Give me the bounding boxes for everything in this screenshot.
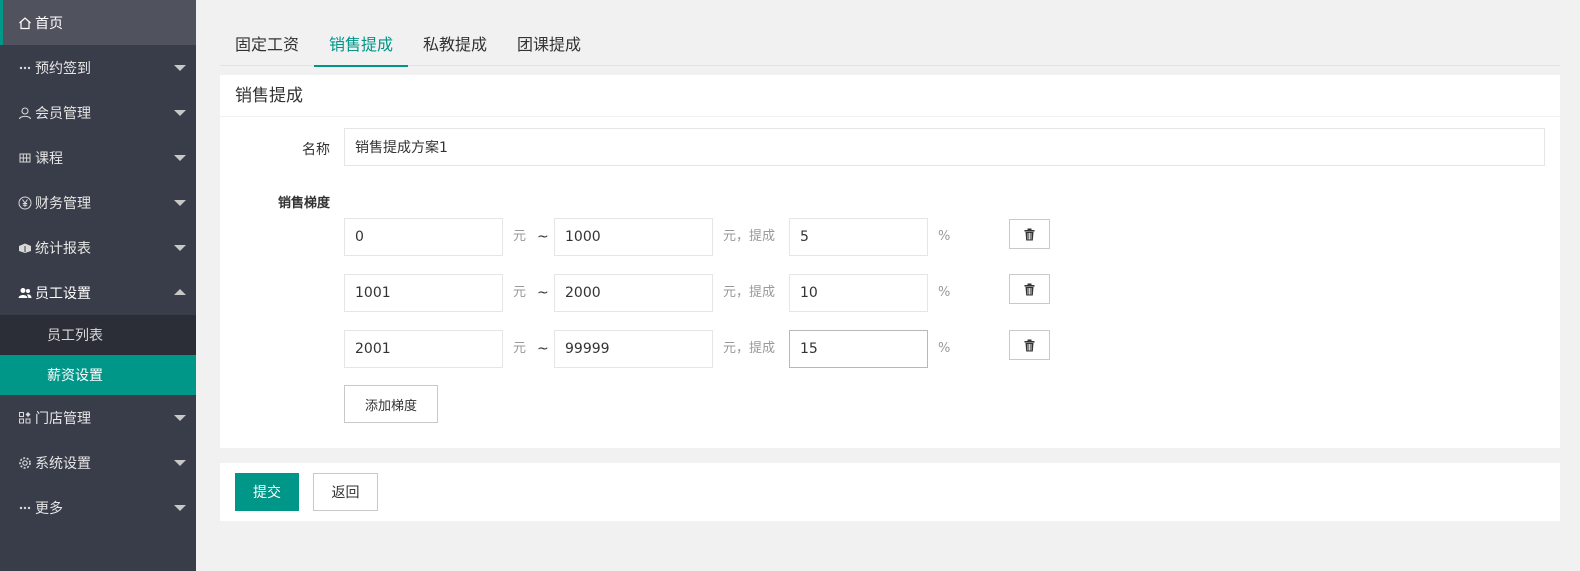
caret-up-icon: [174, 289, 186, 295]
range-tilde: ~: [537, 341, 549, 357]
sidebar-subitem-salary-settings[interactable]: 薪资设置: [0, 355, 196, 395]
main-content: 固定工资 销售提成 私教提成 团课提成 销售提成 名称 销售梯度 元 ~ 元，提…: [196, 0, 1580, 571]
caret-down-icon: [174, 65, 186, 71]
delete-tier-button[interactable]: [1009, 330, 1050, 360]
name-input[interactable]: [344, 128, 1545, 166]
sidebar-subitem-label: 员工列表: [47, 328, 103, 344]
add-tier-button[interactable]: 添加梯度: [344, 385, 438, 423]
range-tilde: ~: [537, 229, 549, 245]
caret-down-icon: [174, 505, 186, 511]
users-icon: [17, 285, 33, 301]
tier-rate-input[interactable]: [789, 330, 928, 368]
submit-button[interactable]: 提交: [235, 473, 299, 511]
yen-icon: [17, 195, 33, 211]
unit-yuan: 元: [513, 341, 527, 356]
gear-icon: [17, 455, 33, 471]
sidebar-item-label: 首页: [35, 15, 63, 32]
form-title: 销售提成: [220, 75, 1560, 117]
chart-icon: [17, 240, 33, 256]
sidebar-item-label: 门店管理: [35, 410, 91, 427]
unit-percent: %: [938, 285, 951, 300]
trash-icon: [1024, 228, 1035, 240]
sidebar-item-home[interactable]: 首页: [0, 0, 196, 45]
form-card: 销售提成 名称 销售梯度 元 ~ 元，提成 % 元 ~ 元，提成 % 元 ~ 元…: [220, 75, 1560, 448]
tier-from-input[interactable]: [344, 218, 503, 256]
delete-tier-button[interactable]: [1009, 219, 1050, 249]
sidebar-item-label: 更多: [35, 500, 63, 517]
unit-yuan-commission: 元，提成: [723, 341, 776, 356]
caret-down-icon: [174, 200, 186, 206]
tab-group-class-commission[interactable]: 团课提成: [502, 24, 596, 66]
tab-sales-commission[interactable]: 销售提成: [314, 24, 409, 67]
sidebar-item-booking[interactable]: 预约签到: [0, 45, 196, 90]
sidebar-item-courses[interactable]: 课程: [0, 135, 196, 180]
tab-bar: 固定工资 销售提成 私教提成 团课提成: [220, 24, 1560, 67]
delete-tier-button[interactable]: [1009, 274, 1050, 304]
tier-rate-input[interactable]: [789, 274, 928, 312]
unit-percent: %: [938, 341, 951, 356]
tab-private-coaching-commission[interactable]: 私教提成: [408, 24, 502, 66]
user-icon: [17, 105, 33, 121]
sidebar-item-stores[interactable]: 门店管理: [0, 395, 196, 440]
tier-from-input[interactable]: [344, 330, 503, 368]
name-label: 名称: [302, 142, 330, 158]
store-icon: [17, 410, 33, 426]
caret-down-icon: [174, 110, 186, 116]
home-icon: [17, 15, 33, 31]
unit-percent: %: [938, 229, 951, 244]
caret-down-icon: [174, 155, 186, 161]
sidebar-item-members[interactable]: 会员管理: [0, 90, 196, 135]
sidebar-subitem-label: 薪资设置: [47, 368, 103, 384]
tier-to-input[interactable]: [554, 218, 713, 256]
trash-icon: [1024, 339, 1035, 351]
unit-yuan: 元: [513, 229, 527, 244]
caret-down-icon: [174, 415, 186, 421]
grid-icon: [17, 150, 33, 166]
action-bar: 提交 返回: [220, 463, 1560, 521]
sidebar-item-label: 预约签到: [35, 60, 91, 77]
tier-label: 销售梯度: [277, 196, 330, 211]
caret-down-icon: [174, 245, 186, 251]
tier-to-input[interactable]: [554, 330, 713, 368]
back-button[interactable]: 返回: [313, 473, 378, 511]
tier-from-input[interactable]: [344, 274, 503, 312]
sidebar-item-label: 系统设置: [35, 455, 91, 472]
tier-to-input[interactable]: [554, 274, 713, 312]
more-dots-icon: [17, 60, 33, 76]
unit-yuan-commission: 元，提成: [723, 285, 776, 300]
unit-yuan-commission: 元，提成: [723, 229, 776, 244]
tier-rate-input[interactable]: [789, 218, 928, 256]
sidebar-item-finance[interactable]: 财务管理: [0, 180, 196, 225]
sidebar-subitem-staff-list[interactable]: 员工列表: [0, 315, 196, 355]
sidebar: 首页 预约签到 会员管理 课程 财务管理 统计报表 员工设置 员工列表 薪资设置…: [0, 0, 196, 571]
sidebar-item-label: 会员管理: [35, 105, 91, 122]
more-dots-icon: [17, 500, 33, 516]
unit-yuan: 元: [513, 285, 527, 300]
sidebar-item-system[interactable]: 系统设置: [0, 440, 196, 485]
sidebar-item-reports[interactable]: 统计报表: [0, 225, 196, 270]
range-tilde: ~: [537, 285, 549, 301]
caret-down-icon: [174, 460, 186, 466]
sidebar-item-more[interactable]: 更多: [0, 485, 196, 530]
tab-fixed-salary[interactable]: 固定工资: [220, 24, 314, 66]
sidebar-item-staff[interactable]: 员工设置: [0, 270, 196, 315]
sidebar-item-label: 课程: [35, 150, 63, 167]
sidebar-item-label: 统计报表: [35, 240, 91, 257]
sidebar-item-label: 财务管理: [35, 195, 91, 212]
sidebar-item-label: 员工设置: [35, 285, 91, 302]
trash-icon: [1024, 283, 1035, 295]
